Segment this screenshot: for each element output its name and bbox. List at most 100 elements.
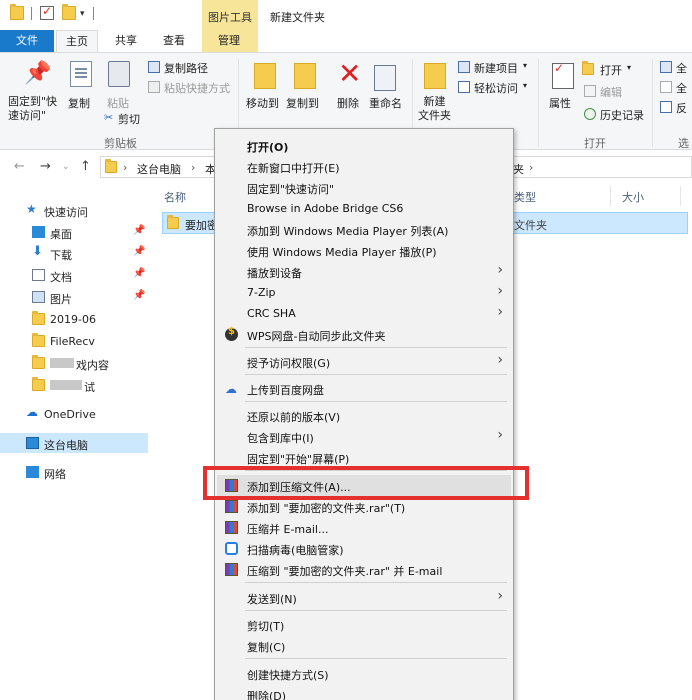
nav-filerecv[interactable]: FileRecv	[0, 331, 148, 351]
back-icon[interactable]: ←	[14, 159, 25, 174]
move-to-icon[interactable]	[254, 63, 276, 89]
highlight-box	[203, 466, 529, 500]
divider	[245, 610, 507, 611]
paste-shortcut-button[interactable]: 粘贴快捷方式	[164, 80, 230, 96]
menu-item-cast-device[interactable]: 播放到设备 ›	[217, 261, 511, 282]
pin-icon[interactable]: 📌	[133, 290, 145, 301]
nav-onedrive[interactable]: ☁ OneDrive	[0, 404, 148, 424]
rename-button[interactable]: 重命名	[369, 95, 402, 111]
copy-button[interactable]: 复制	[68, 95, 90, 111]
nav-this-pc[interactable]: 这台电脑	[0, 433, 148, 453]
column-header-type[interactable]: 类型	[514, 189, 536, 205]
nav-pictures[interactable]: 图片 📌	[0, 287, 148, 307]
select-none-icon	[660, 81, 672, 93]
properties-check-icon[interactable]	[40, 4, 54, 20]
menu-item-7zip[interactable]: 7-Zip ›	[217, 282, 511, 303]
column-header-name[interactable]: 名称	[164, 189, 186, 205]
pin-icon[interactable]: 📌	[133, 246, 145, 257]
rename-icon[interactable]	[374, 65, 396, 91]
column-header-size[interactable]: 大小	[622, 189, 644, 205]
tab-home[interactable]: 主页	[56, 30, 98, 52]
copy-icon[interactable]	[70, 61, 92, 87]
menu-item-include-library[interactable]: 包含到库中(I) ›	[217, 426, 511, 447]
paste-button[interactable]: 粘贴	[107, 95, 129, 111]
menu-item-send-to[interactable]: 发送到(N) ›	[217, 587, 511, 608]
chevron-right-icon: ›	[497, 588, 503, 604]
menu-item-pin-quick-access[interactable]: 固定到"快速访问"	[217, 177, 511, 198]
folder-icon	[32, 333, 45, 347]
menu-item-scan-virus[interactable]: 扫描病毒(电脑管家)	[217, 538, 511, 559]
forward-icon[interactable]: →	[40, 159, 51, 174]
breadcrumb-this-pc[interactable]: 这台电脑	[137, 161, 181, 177]
scissors-icon: ✂	[104, 111, 114, 124]
copy-to-button[interactable]: 复制到	[286, 95, 319, 111]
delete-button[interactable]: 删除	[337, 95, 359, 111]
pin-quick-access-button[interactable]: 固定到"快 速访问"	[8, 95, 57, 123]
title-bar: ▾ 图片工具 新建文件夹	[0, 0, 692, 52]
menu-item-compress-email[interactable]: 压缩并 E-mail...	[217, 517, 511, 538]
divider	[31, 7, 32, 20]
menu-label: 还原以前的版本(V)	[247, 411, 341, 424]
menu-item-grant-access[interactable]: 授予访问权限(G) ›	[217, 351, 511, 372]
breadcrumb-folder-tail[interactable]: 夹	[513, 161, 524, 177]
menu-item-copy[interactable]: 复制(C)	[217, 635, 511, 656]
edit-button[interactable]: 编辑	[600, 84, 622, 100]
invert-selection-icon	[660, 101, 672, 113]
move-to-button[interactable]: 移动到	[246, 95, 279, 111]
nav-documents[interactable]: 文档 📌	[0, 265, 148, 285]
nav-quick-access[interactable]: ★ 快速访问	[0, 200, 148, 220]
divider	[245, 658, 507, 659]
up-icon[interactable]: ↑	[80, 159, 91, 174]
copy-path-button[interactable]: 复制路径	[164, 60, 208, 76]
nav-folder-2019[interactable]: 2019-06	[0, 309, 148, 329]
menu-item-delete[interactable]: 删除(D)	[217, 684, 511, 700]
menu-item-play-wmp[interactable]: 使用 Windows Media Player 播放(P)	[217, 240, 511, 261]
chevron-down-icon[interactable]: ▾	[627, 63, 631, 72]
menu-item-open-new-window[interactable]: 在新窗口中打开(E)	[217, 156, 511, 177]
pin-icon[interactable]: 📌	[133, 268, 145, 279]
history-button[interactable]: 历史记录	[600, 107, 644, 123]
tab-manage[interactable]: 管理	[204, 30, 254, 52]
menu-item-create-shortcut[interactable]: 创建快捷方式(S)	[217, 663, 511, 684]
chevron-down-icon[interactable]: ▾	[80, 9, 85, 19]
ribbon-tabs: 文件 主页 共享 查看 管理	[0, 30, 692, 52]
chevron-down-icon[interactable]: ▾	[523, 61, 527, 70]
properties-button[interactable]: 属性	[549, 95, 571, 111]
chevron-down-icon[interactable]: ⌄	[62, 162, 70, 172]
tab-share[interactable]: 共享	[106, 30, 146, 52]
new-folder-button[interactable]: 新建 文件夹	[418, 95, 451, 123]
menu-item-upload-baidu[interactable]: ☁ 上传到百度网盘	[217, 378, 511, 399]
new-folder-quick-icon[interactable]	[62, 4, 76, 20]
new-item-button[interactable]: 新建项目	[474, 60, 518, 76]
menu-item-crc-sha[interactable]: CRC SHA ›	[217, 303, 511, 324]
properties-icon[interactable]	[552, 61, 574, 89]
pin-icon[interactable]: 📌	[24, 61, 51, 87]
paste-icon[interactable]	[108, 61, 130, 87]
menu-item-pin-start[interactable]: 固定到"开始"屏幕(P)	[217, 447, 511, 468]
pin-icon[interactable]: 📌	[133, 225, 145, 236]
tab-file[interactable]: 文件	[0, 30, 54, 52]
copy-to-icon[interactable]	[294, 63, 316, 89]
menu-item-cut[interactable]: 剪切(T)	[217, 614, 511, 635]
select-none-button[interactable]: 全	[676, 80, 687, 96]
new-folder-icon[interactable]	[424, 63, 446, 89]
menu-item-restore-previous[interactable]: 还原以前的版本(V)	[217, 405, 511, 426]
menu-item-add-wmp-list[interactable]: 添加到 Windows Media Player 列表(A)	[217, 219, 511, 240]
cut-button[interactable]: 剪切	[118, 111, 140, 127]
nav-desktop[interactable]: 桌面 📌	[0, 222, 148, 242]
menu-item-open[interactable]: 打开(O)	[217, 135, 511, 156]
nav-folder-blurred-1[interactable]: 戏内容	[0, 353, 148, 373]
menu-item-browse-bridge[interactable]: Browse in Adobe Bridge CS6	[217, 198, 511, 219]
menu-item-wps-sync[interactable]: WPS网盘-自动同步此文件夹	[217, 324, 511, 345]
chevron-down-icon[interactable]: ▾	[523, 81, 527, 90]
select-all-button[interactable]: 全	[676, 60, 687, 76]
nav-downloads[interactable]: ⬇ 下载 📌	[0, 243, 148, 263]
easy-access-button[interactable]: 轻松访问	[474, 80, 518, 96]
tab-view[interactable]: 查看	[152, 30, 196, 52]
invert-selection-button[interactable]: 反	[676, 100, 687, 116]
nav-network[interactable]: 网络	[0, 462, 148, 482]
delete-icon[interactable]: ✕	[338, 60, 361, 88]
menu-item-compress-rar-email[interactable]: 压缩到 "要加密的文件夹.rar" 并 E-mail	[217, 559, 511, 580]
open-button[interactable]: 打开	[600, 62, 622, 78]
nav-folder-blurred-2[interactable]: 试	[0, 375, 148, 395]
